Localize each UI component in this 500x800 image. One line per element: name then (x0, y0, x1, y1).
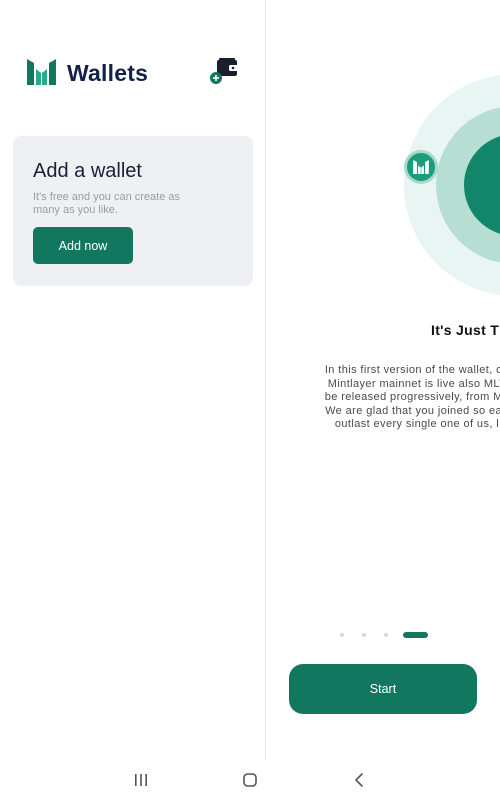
onboarding-body-line: Mintlayer mainnet is live also MLT (327, 377, 500, 390)
onboarding-title: It's Just T (431, 322, 500, 338)
mintlayer-logo-icon (27, 59, 56, 85)
back-button[interactable] (345, 768, 373, 792)
add-wallet-card-description: It's free and you can create as many as … (33, 191, 181, 216)
home-button[interactable] (236, 768, 264, 792)
wallets-panel: Wallets Add a wallet It's free and you c… (0, 0, 266, 760)
add-wallet-card-title: Add a wallet (33, 160, 142, 182)
onboarding-panel: It's Just T In this first version of the… (266, 0, 500, 760)
onboarding-body-line: be released progressively, from ML (324, 391, 500, 403)
page-dot[interactable] (340, 633, 344, 637)
start-button[interactable]: Start (289, 664, 477, 714)
recent-apps-icon (135, 774, 147, 786)
onboarding-body: In this first version of the wallet, on … (292, 364, 500, 432)
home-icon (243, 773, 257, 787)
wallet-add-icon (210, 58, 238, 84)
onboarding-body-line: outlast every single one of us, l (334, 418, 500, 430)
page-dot[interactable] (362, 633, 366, 637)
back-icon (355, 773, 363, 787)
page-title: Wallets (67, 60, 149, 86)
add-wallet-card: Add a wallet It's free and you can creat… (13, 136, 253, 286)
recent-apps-button[interactable] (127, 768, 155, 792)
onboarding-body-line: In this first version of the wallet, on (324, 364, 500, 376)
add-now-button[interactable]: Add now (33, 227, 133, 264)
system-nav-bar (0, 760, 500, 800)
page-dot[interactable] (384, 633, 388, 637)
add-wallet-icon-button[interactable] (209, 58, 239, 86)
page-dot-active[interactable] (403, 632, 428, 638)
mintlayer-badge-icon (404, 150, 438, 184)
onboarding-body-line: We are glad that you joined so earl (325, 404, 500, 417)
